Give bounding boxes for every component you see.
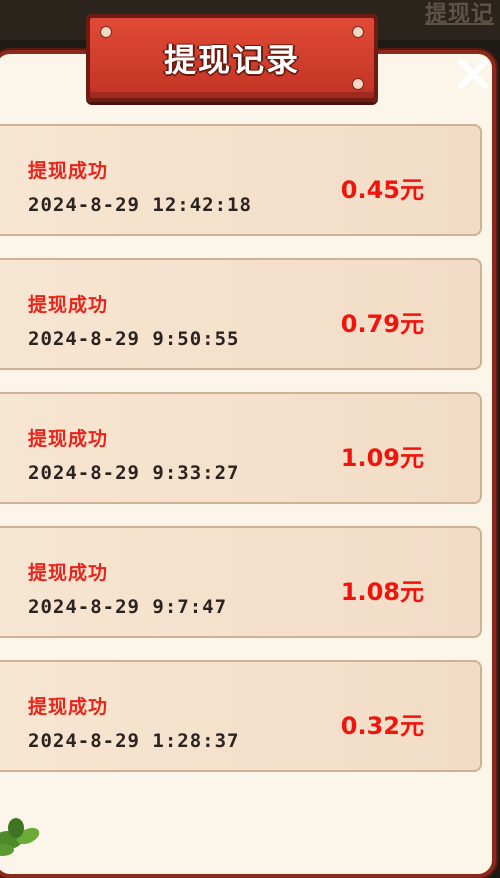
banner-bolt xyxy=(100,26,112,38)
close-button[interactable] xyxy=(448,52,498,96)
record-status: 提现成功 xyxy=(28,160,109,182)
record-status: 提现成功 xyxy=(28,294,109,316)
record-amount: 0.45元 xyxy=(340,176,424,204)
record-amount: 0.32元 xyxy=(340,712,424,740)
title-banner: 提现记录 xyxy=(86,14,378,102)
record-time: 2024-8-29 9:50:55 xyxy=(28,328,240,350)
record-time: 2024-8-29 1:28:37 xyxy=(28,730,240,752)
record-status: 提现成功 xyxy=(28,428,109,450)
plant-decoration-icon xyxy=(0,818,40,856)
record-list[interactable]: 提现成功 2024-8-29 12:42:18 0.45元 提现成功 2024-… xyxy=(0,124,484,794)
record-status: 提现成功 xyxy=(28,562,109,584)
record-amount: 0.79元 xyxy=(340,310,424,338)
banner-bolt xyxy=(352,26,364,38)
record-status: 提现成功 xyxy=(28,696,109,718)
record-item: 提现成功 2024-8-29 9:50:55 0.79元 xyxy=(0,258,482,370)
record-item: 提现成功 2024-8-29 12:42:18 0.45元 xyxy=(0,124,482,236)
record-amount: 1.09元 xyxy=(340,444,424,472)
banner-bolt xyxy=(352,78,364,90)
record-item: 提现成功 2024-8-29 9:33:27 1.09元 xyxy=(0,392,482,504)
record-item: 提现成功 2024-8-29 1:28:37 0.32元 xyxy=(0,660,482,772)
close-icon xyxy=(458,59,488,89)
background-withdraw-link: 提现记 xyxy=(424,2,494,27)
record-time: 2024-8-29 12:42:18 xyxy=(28,194,252,216)
record-time: 2024-8-29 9:7:47 xyxy=(28,596,228,618)
record-item: 提现成功 2024-8-29 9:7:47 1.08元 xyxy=(0,526,482,638)
record-time: 2024-8-29 9:33:27 xyxy=(28,462,240,484)
record-amount: 1.08元 xyxy=(340,578,424,606)
page-title: 提现记录 xyxy=(163,41,300,79)
